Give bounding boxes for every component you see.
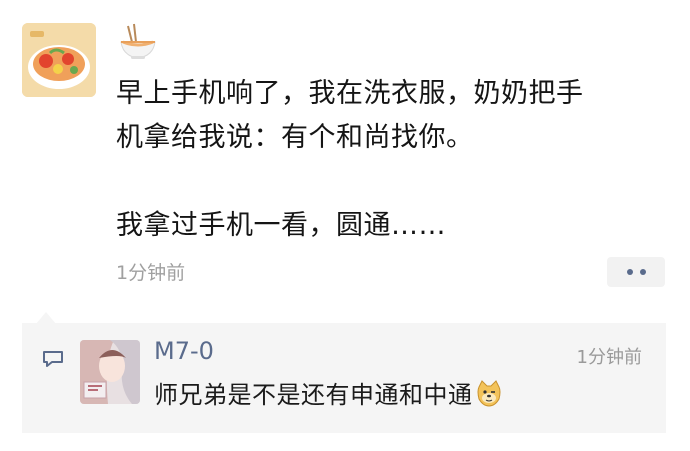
food-bowl-avatar-image [22,23,96,97]
comment-text: 师兄弟是不是还有申通和中通 [154,381,473,409]
author-avatar[interactable] [22,23,96,97]
commenter-avatar[interactable] [80,340,140,404]
anime-girl-avatar-image [80,340,140,404]
comment-section: M7-0 1分钟前 师兄弟是不是还有申通和中通 [22,323,666,433]
post-paragraph: 机拿给我说：有个和尚找你。 [116,122,474,153]
post-timestamp: 1分钟前 [116,262,186,284]
comment-bubble-icon [42,350,64,368]
post-paragraph: 我拿过手机一看，圆通…… [116,210,446,241]
dot-icon [639,269,646,275]
comment-timestamp: 1分钟前 [576,347,642,368]
doge-emoji-icon [477,379,500,407]
dot-icon [626,269,633,275]
noodle-bowl-icon[interactable] [116,20,160,64]
comment-content[interactable]: 师兄弟是不是还有申通和中通 [154,375,503,410]
more-actions-button[interactable] [607,257,665,287]
post-content: 早上手机响了，我在洗衣服，奶奶把手 机拿给我说：有个和尚找你。 我拿过手机一看，… [116,72,676,248]
commenter-name[interactable]: M7-0 [154,337,214,365]
post-paragraph: 早上手机响了，我在洗衣服，奶奶把手 [116,78,584,109]
